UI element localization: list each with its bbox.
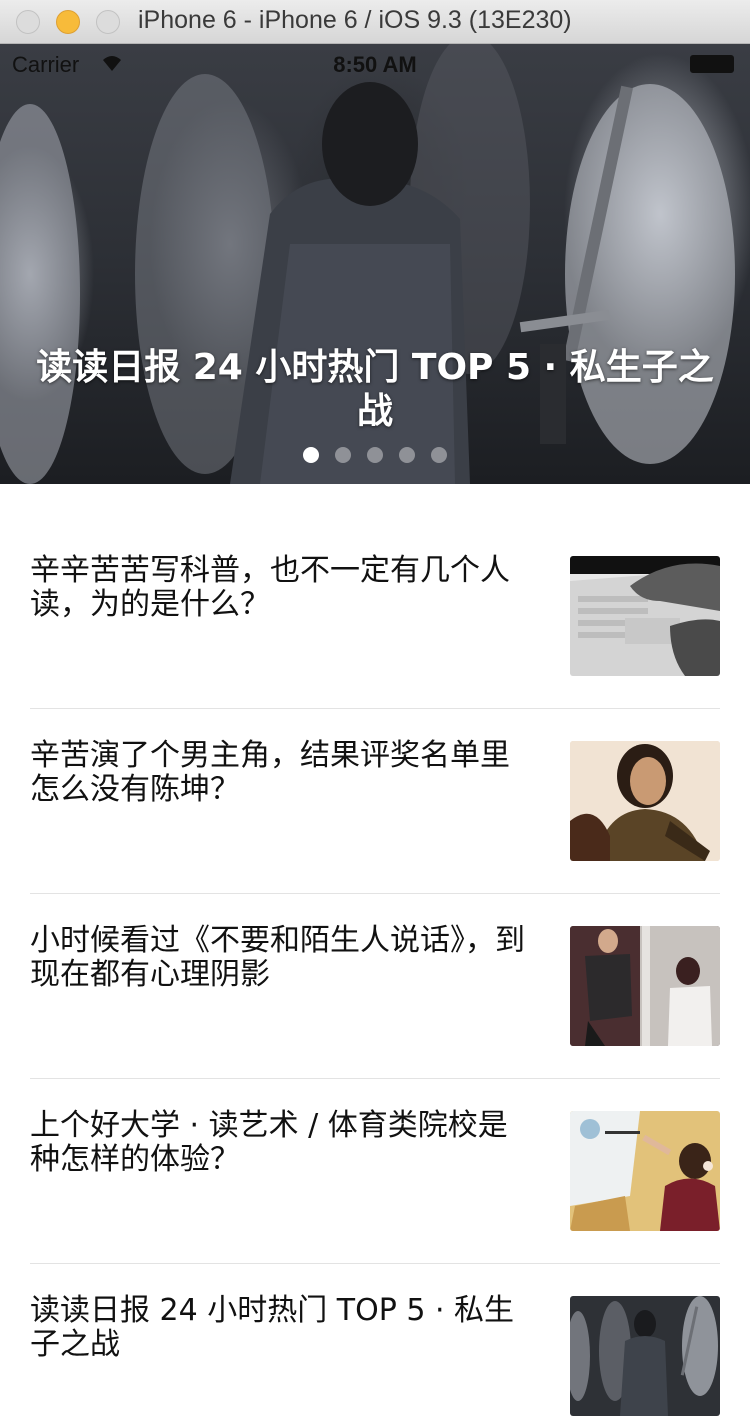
- article-thumbnail: [570, 1111, 720, 1231]
- knight-horses-photo-icon: [570, 1296, 720, 1416]
- page-dot-1[interactable]: [303, 447, 319, 463]
- article-item[interactable]: 上个好大学 · 读艺术 / 体育类院校是种怎样的体验？: [30, 1039, 720, 1231]
- painting-child-photo-icon: [570, 1111, 720, 1231]
- status-time: 8:50 AM: [333, 52, 417, 77]
- page-dot-5[interactable]: [431, 447, 447, 463]
- status-bar: Carrier 8:50 AM: [0, 44, 750, 84]
- simulator-title-bar: iPhone 6 - iPhone 6 / iOS 9.3 (13E230): [0, 0, 750, 44]
- page-dot-4[interactable]: [399, 447, 415, 463]
- article-item[interactable]: 小时候看过《不要和陌生人说话》，到现在都有心理阴影: [30, 854, 720, 1046]
- drama-scene-photo-icon: [570, 926, 720, 1046]
- article-item[interactable]: 辛苦演了个男主角，结果评奖名单里怎么没有陈坤？: [30, 669, 720, 861]
- article-title: 上个好大学 · 读艺术 / 体育类院校是种怎样的体验？: [30, 1108, 508, 1177]
- window-zoom-button[interactable]: [96, 10, 120, 34]
- article-title: 辛苦演了个男主角，结果评奖名单里怎么没有陈坤？: [30, 738, 510, 807]
- laptop-hands-photo-icon: [570, 556, 720, 676]
- page-dot-2[interactable]: [335, 447, 351, 463]
- actor-portrait-photo-icon: [570, 741, 720, 861]
- page-dot-3[interactable]: [367, 447, 383, 463]
- article-item[interactable]: 辛辛苦苦写科普，也不一定有几个人读，为的是什么？: [30, 484, 720, 676]
- battery-icon: [690, 55, 734, 73]
- article-title: 小时候看过《不要和陌生人说话》，到现在都有心理阴影: [30, 923, 525, 992]
- article-item[interactable]: 读读日报 24 小时热门 TOP 5 · 私生子之战: [30, 1224, 720, 1416]
- article-thumbnail: [570, 741, 720, 861]
- article-thumbnail: [570, 556, 720, 676]
- hero-title[interactable]: 读读日报 24 小时热门 TOP 5 · 私生子之战: [0, 346, 750, 434]
- window-close-button[interactable]: [16, 10, 40, 34]
- article-title: 辛辛苦苦写科普，也不一定有几个人读，为的是什么？: [30, 553, 510, 622]
- window-title: iPhone 6 - iPhone 6 / iOS 9.3 (13E230): [138, 6, 572, 34]
- article-thumbnail: [570, 926, 720, 1046]
- article-title: 读读日报 24 小时热门 TOP 5 · 私生子之战: [30, 1293, 515, 1362]
- hero-banner[interactable]: Carrier 8:50 AM 读读日报 24 小时热门 TOP 5 · 私生子…: [0, 44, 750, 484]
- window-minimize-button[interactable]: [56, 10, 80, 34]
- article-thumbnail: [570, 1296, 720, 1416]
